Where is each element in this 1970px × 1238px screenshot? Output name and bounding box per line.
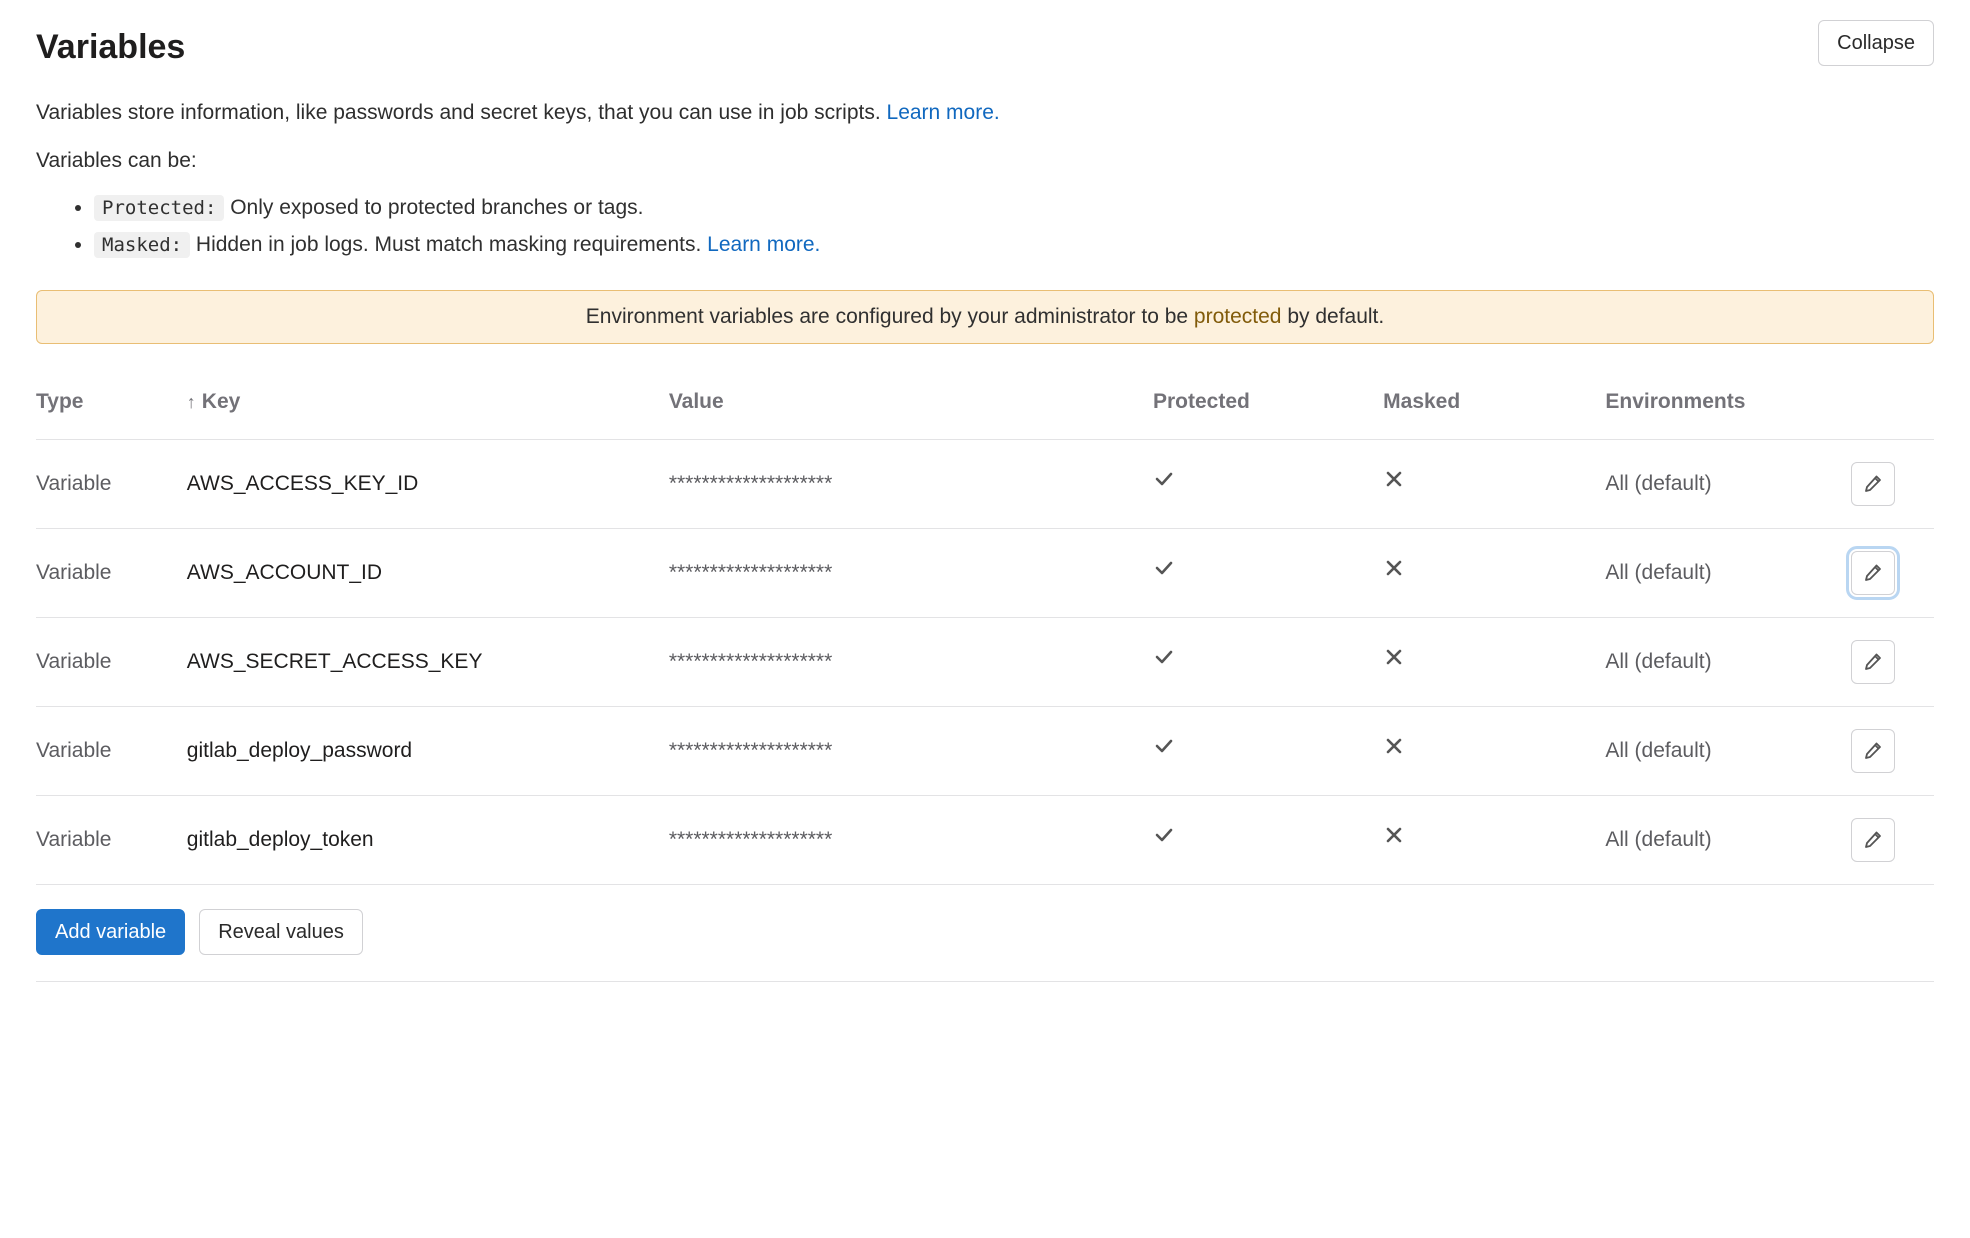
cell-actions	[1851, 796, 1934, 885]
cell-masked	[1383, 707, 1605, 796]
cell-value: ********************	[669, 529, 1153, 618]
learn-more-link[interactable]: Learn more.	[887, 101, 1000, 124]
cell-actions	[1851, 529, 1934, 618]
x-icon	[1383, 739, 1405, 762]
pencil-icon	[1862, 650, 1884, 675]
cell-type: Variable	[36, 529, 187, 618]
edit-button[interactable]	[1851, 640, 1895, 684]
edit-button[interactable]	[1851, 729, 1895, 773]
cell-environments: All (default)	[1605, 529, 1851, 618]
cell-key: gitlab_deploy_token	[187, 796, 669, 885]
section-description: Variables store information, like passwo…	[36, 97, 1934, 260]
masked-tag: Masked:	[94, 232, 190, 258]
cell-environments: All (default)	[1605, 796, 1851, 885]
cell-value: ********************	[669, 440, 1153, 529]
section-title: Variables	[36, 22, 185, 73]
pencil-icon	[1862, 561, 1884, 586]
table-row: Variable AWS_ACCOUNT_ID ****************…	[36, 529, 1934, 618]
cell-masked	[1383, 618, 1605, 707]
table-row: Variable gitlab_deploy_password ********…	[36, 707, 1934, 796]
cell-environments: All (default)	[1605, 440, 1851, 529]
types-lead: Variables can be:	[36, 145, 1934, 177]
cell-actions	[1851, 618, 1934, 707]
col-type[interactable]: Type	[36, 364, 187, 440]
protected-type-item: Protected: Only exposed to protected bra…	[94, 192, 1934, 224]
table-row: Variable gitlab_deploy_token ***********…	[36, 796, 1934, 885]
cell-actions	[1851, 707, 1934, 796]
check-icon	[1153, 739, 1175, 762]
cell-actions	[1851, 440, 1934, 529]
pencil-icon	[1862, 472, 1884, 497]
variables-table: Type ↑Key Value Protected Masked Environ…	[36, 364, 1934, 886]
protected-desc: Only exposed to protected branches or ta…	[224, 196, 643, 219]
intro-text: Variables store information, like passwo…	[36, 101, 887, 124]
check-icon	[1153, 561, 1175, 584]
pencil-icon	[1862, 828, 1884, 853]
cell-value: ********************	[669, 707, 1153, 796]
check-icon	[1153, 472, 1175, 495]
cell-masked	[1383, 440, 1605, 529]
notice-prefix: Environment variables are configured by …	[586, 305, 1194, 328]
cell-environments: All (default)	[1605, 618, 1851, 707]
table-header-row: Type ↑Key Value Protected Masked Environ…	[36, 364, 1934, 440]
check-icon	[1153, 650, 1175, 673]
x-icon	[1383, 650, 1405, 673]
cell-protected	[1153, 618, 1383, 707]
col-masked[interactable]: Masked	[1383, 364, 1605, 440]
cell-value: ********************	[669, 618, 1153, 707]
cell-environments: All (default)	[1605, 707, 1851, 796]
protected-default-notice: Environment variables are configured by …	[36, 290, 1934, 344]
cell-masked	[1383, 796, 1605, 885]
cell-type: Variable	[36, 707, 187, 796]
check-icon	[1153, 828, 1175, 851]
table-row: Variable AWS_ACCESS_KEY_ID *************…	[36, 440, 1934, 529]
cell-masked	[1383, 529, 1605, 618]
masked-type-item: Masked: Hidden in job logs. Must match m…	[94, 229, 1934, 261]
table-row: Variable AWS_SECRET_ACCESS_KEY *********…	[36, 618, 1934, 707]
col-actions	[1851, 364, 1934, 440]
notice-protected-link[interactable]: protected	[1194, 305, 1282, 328]
cell-key: AWS_ACCESS_KEY_ID	[187, 440, 669, 529]
col-value[interactable]: Value	[669, 364, 1153, 440]
cell-protected	[1153, 796, 1383, 885]
sort-asc-icon: ↑	[187, 392, 196, 412]
edit-button[interactable]	[1851, 462, 1895, 506]
collapse-button[interactable]: Collapse	[1818, 20, 1934, 66]
add-variable-button[interactable]: Add variable	[36, 909, 185, 955]
cell-key: gitlab_deploy_password	[187, 707, 669, 796]
cell-protected	[1153, 440, 1383, 529]
cell-type: Variable	[36, 796, 187, 885]
notice-suffix: by default.	[1281, 305, 1384, 328]
protected-tag: Protected:	[94, 195, 224, 221]
pencil-icon	[1862, 739, 1884, 764]
masked-desc: Hidden in job logs. Must match masking r…	[190, 233, 707, 256]
x-icon	[1383, 561, 1405, 584]
x-icon	[1383, 828, 1405, 851]
col-key[interactable]: ↑Key	[187, 364, 669, 440]
col-environments[interactable]: Environments	[1605, 364, 1851, 440]
col-protected[interactable]: Protected	[1153, 364, 1383, 440]
cell-protected	[1153, 529, 1383, 618]
cell-key: AWS_SECRET_ACCESS_KEY	[187, 618, 669, 707]
cell-type: Variable	[36, 440, 187, 529]
cell-type: Variable	[36, 618, 187, 707]
cell-key: AWS_ACCOUNT_ID	[187, 529, 669, 618]
edit-button[interactable]	[1851, 818, 1895, 862]
x-icon	[1383, 472, 1405, 495]
cell-protected	[1153, 707, 1383, 796]
masked-learn-more-link[interactable]: Learn more.	[707, 233, 820, 256]
reveal-values-button[interactable]: Reveal values	[199, 909, 363, 955]
cell-value: ********************	[669, 796, 1153, 885]
edit-button[interactable]	[1851, 551, 1895, 595]
